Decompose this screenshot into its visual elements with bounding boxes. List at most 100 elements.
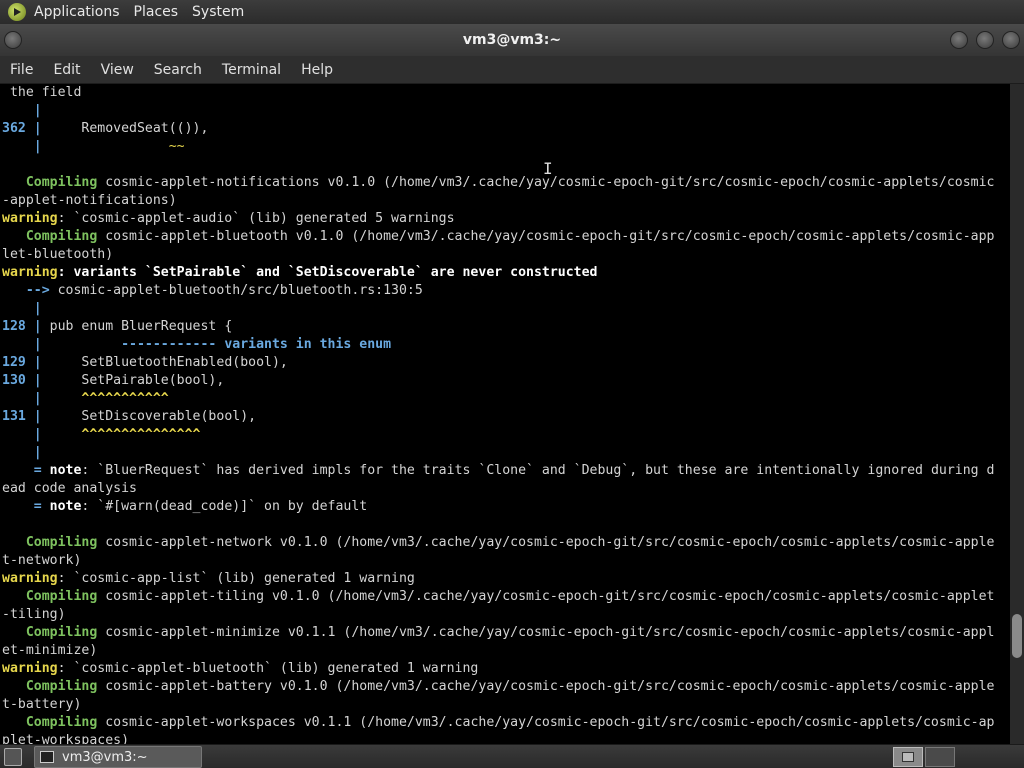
terminal-text-segment: ^^^^^^^^^^^ xyxy=(41,391,169,406)
terminal-line: --> cosmic-applet-bluetooth/src/bluetoot… xyxy=(2,282,1010,300)
terminal-line: warning: `cosmic-applet-audio` (lib) gen… xyxy=(2,210,1010,228)
terminal-text-segment: -tiling) xyxy=(2,607,66,622)
terminal-line: warning: `cosmic-app-list` (lib) generat… xyxy=(2,570,1010,588)
menu-view[interactable]: View xyxy=(91,62,144,78)
terminal-text-segment: | xyxy=(2,139,42,154)
terminal-text-segment: Compiling xyxy=(2,715,98,730)
terminal-text-segment: | xyxy=(2,337,42,352)
taskbar-item-terminal[interactable]: vm3@vm3:~ xyxy=(34,746,202,768)
terminal-text-segment: | xyxy=(2,391,42,406)
terminal-text-segment: Compiling xyxy=(2,625,98,640)
terminal-text-segment: cosmic-applet-workspaces v0.1.1 (/home/v… xyxy=(97,715,995,730)
terminal-line: 130 | SetPairable(bool), xyxy=(2,372,1010,390)
terminal-line: Compiling cosmic-applet-workspaces v0.1.… xyxy=(2,714,1010,732)
maximize-icon[interactable] xyxy=(976,31,994,49)
terminal-icon xyxy=(40,751,54,763)
terminal-text-segment: ead code analysis xyxy=(2,481,137,496)
terminal-line: | ------------ variants in this enum xyxy=(2,336,1010,354)
terminal-line: | ^^^^^^^^^^^^^^^ xyxy=(2,426,1010,444)
terminal-text-segment: --> xyxy=(2,283,50,298)
workspace-2[interactable] xyxy=(925,747,955,767)
terminal-text-segment: SetBluetoothEnabled(bool), xyxy=(41,355,288,370)
terminal-text-segment: note xyxy=(41,499,82,514)
terminal-text-segment: Compiling xyxy=(2,589,98,604)
places-menu[interactable]: Places xyxy=(134,4,179,20)
terminal-text-segment: Compiling xyxy=(2,679,98,694)
terminal-line: 129 | SetBluetoothEnabled(bool), xyxy=(2,354,1010,372)
terminal-text-segment: 362 | xyxy=(2,121,42,136)
terminal-text-segment: 131 | xyxy=(2,409,42,424)
terminal-line: | xyxy=(2,102,1010,120)
top-panel: Applications Places System xyxy=(0,0,1024,24)
terminal-line: = note: `#[warn(dead_code)]` on by defau… xyxy=(2,498,1010,516)
terminal-text-segment: et-minimize) xyxy=(2,643,98,658)
menu-file[interactable]: File xyxy=(0,62,43,78)
terminal-text-segment: SetPairable(bool), xyxy=(41,373,225,388)
terminal-text-segment: warning xyxy=(2,571,58,586)
workspace-1[interactable] xyxy=(893,747,923,767)
terminal-text-segment: cosmic-applet-tiling v0.1.0 (/home/vm3/.… xyxy=(97,589,995,604)
terminal-line: Compiling cosmic-applet-minimize v0.1.1 … xyxy=(2,624,1010,642)
terminal-scrollbar[interactable] xyxy=(1010,84,1024,744)
terminal-text-segment: let-bluetooth) xyxy=(2,247,114,262)
applications-menu[interactable]: Applications xyxy=(34,4,120,20)
terminal-text-segment: | xyxy=(2,445,42,460)
terminal-line: -tiling) xyxy=(2,606,1010,624)
close-icon[interactable] xyxy=(1002,31,1020,49)
terminal-line: plet-workspaces) xyxy=(2,732,1010,744)
terminal-line: Compiling cosmic-applet-battery v0.1.0 (… xyxy=(2,678,1010,696)
terminal-text-segment: | xyxy=(2,427,42,442)
terminal-line: t-battery) xyxy=(2,696,1010,714)
terminal-text-segment: | xyxy=(2,301,42,316)
terminal-line: 128 | pub enum BluerRequest { xyxy=(2,318,1010,336)
terminal-text-segment: note xyxy=(41,463,82,478)
terminal-line: | ~~ xyxy=(2,138,1010,156)
menu-terminal[interactable]: Terminal xyxy=(212,62,291,78)
system-menu[interactable]: System xyxy=(192,4,244,20)
terminal-text-segment: warning xyxy=(2,661,58,676)
terminal-output[interactable]: the field | 362 | RemovedSeat(()), | ~~ C… xyxy=(0,84,1010,744)
terminal-text-segment: SetDiscoverable(bool), xyxy=(41,409,257,424)
terminal-text-segment: 130 | xyxy=(2,373,42,388)
terminal-line: Compiling cosmic-applet-bluetooth v0.1.0… xyxy=(2,228,1010,246)
menu-help[interactable]: Help xyxy=(291,62,343,78)
terminal-line: warning: variants `SetPairable` and `Set… xyxy=(2,264,1010,282)
terminal-line: | xyxy=(2,300,1010,318)
terminal-text-segment: t-network) xyxy=(2,553,82,568)
terminal-text-segment: cosmic-applet-network v0.1.0 (/home/vm3/… xyxy=(97,535,995,550)
terminal-text-segment: Compiling xyxy=(2,535,98,550)
terminal-text-segment: = xyxy=(2,463,42,478)
terminal-line: 362 | RemovedSeat(()), xyxy=(2,120,1010,138)
minimize-icon[interactable] xyxy=(950,31,968,49)
menu-edit[interactable]: Edit xyxy=(43,62,90,78)
show-desktop-icon[interactable] xyxy=(4,748,22,766)
terminal-line: et-minimize) xyxy=(2,642,1010,660)
scrollbar-thumb[interactable] xyxy=(1012,614,1022,658)
terminal-line: Compiling cosmic-applet-notifications v0… xyxy=(2,174,1010,192)
distro-logo-icon[interactable] xyxy=(8,3,26,21)
terminal-text-segment: : `cosmic-applet-audio` (lib) generated … xyxy=(57,211,455,226)
terminal-line: let-bluetooth) xyxy=(2,246,1010,264)
terminal-line: Compiling cosmic-applet-tiling v0.1.0 (/… xyxy=(2,588,1010,606)
terminal-line: ead code analysis xyxy=(2,480,1010,498)
terminal-text-segment: the field xyxy=(2,85,82,100)
terminal-text-segment: ------------ variants in this enum xyxy=(41,337,392,352)
terminal-text-segment: ^^^^^^^^^^^^^^^ xyxy=(41,427,201,442)
terminal-line: | ^^^^^^^^^^^ xyxy=(2,390,1010,408)
terminal-text-segment: cosmic-applet-battery v0.1.0 (/home/vm3/… xyxy=(97,679,995,694)
terminal-text-segment: warning xyxy=(2,265,58,280)
terminal-text-segment: t-battery) xyxy=(2,697,82,712)
terminal-line: -applet-notifications) xyxy=(2,192,1010,210)
ibeam-cursor-icon: I xyxy=(543,159,553,178)
window-titlebar[interactable]: vm3@vm3:~ xyxy=(0,24,1024,56)
terminal-text-segment: : `BluerRequest` has derived impls for t… xyxy=(81,463,995,478)
terminal-text-segment: Compiling xyxy=(2,175,98,190)
menu-search[interactable]: Search xyxy=(144,62,212,78)
terminal-text-segment: 129 | xyxy=(2,355,42,370)
terminal-text-segment: | xyxy=(2,103,42,118)
terminal-line: the field xyxy=(2,84,1010,102)
terminal-text-segment: = xyxy=(2,499,42,514)
terminal-text-segment: cosmic-applet-bluetooth v0.1.0 (/home/vm… xyxy=(97,229,995,244)
